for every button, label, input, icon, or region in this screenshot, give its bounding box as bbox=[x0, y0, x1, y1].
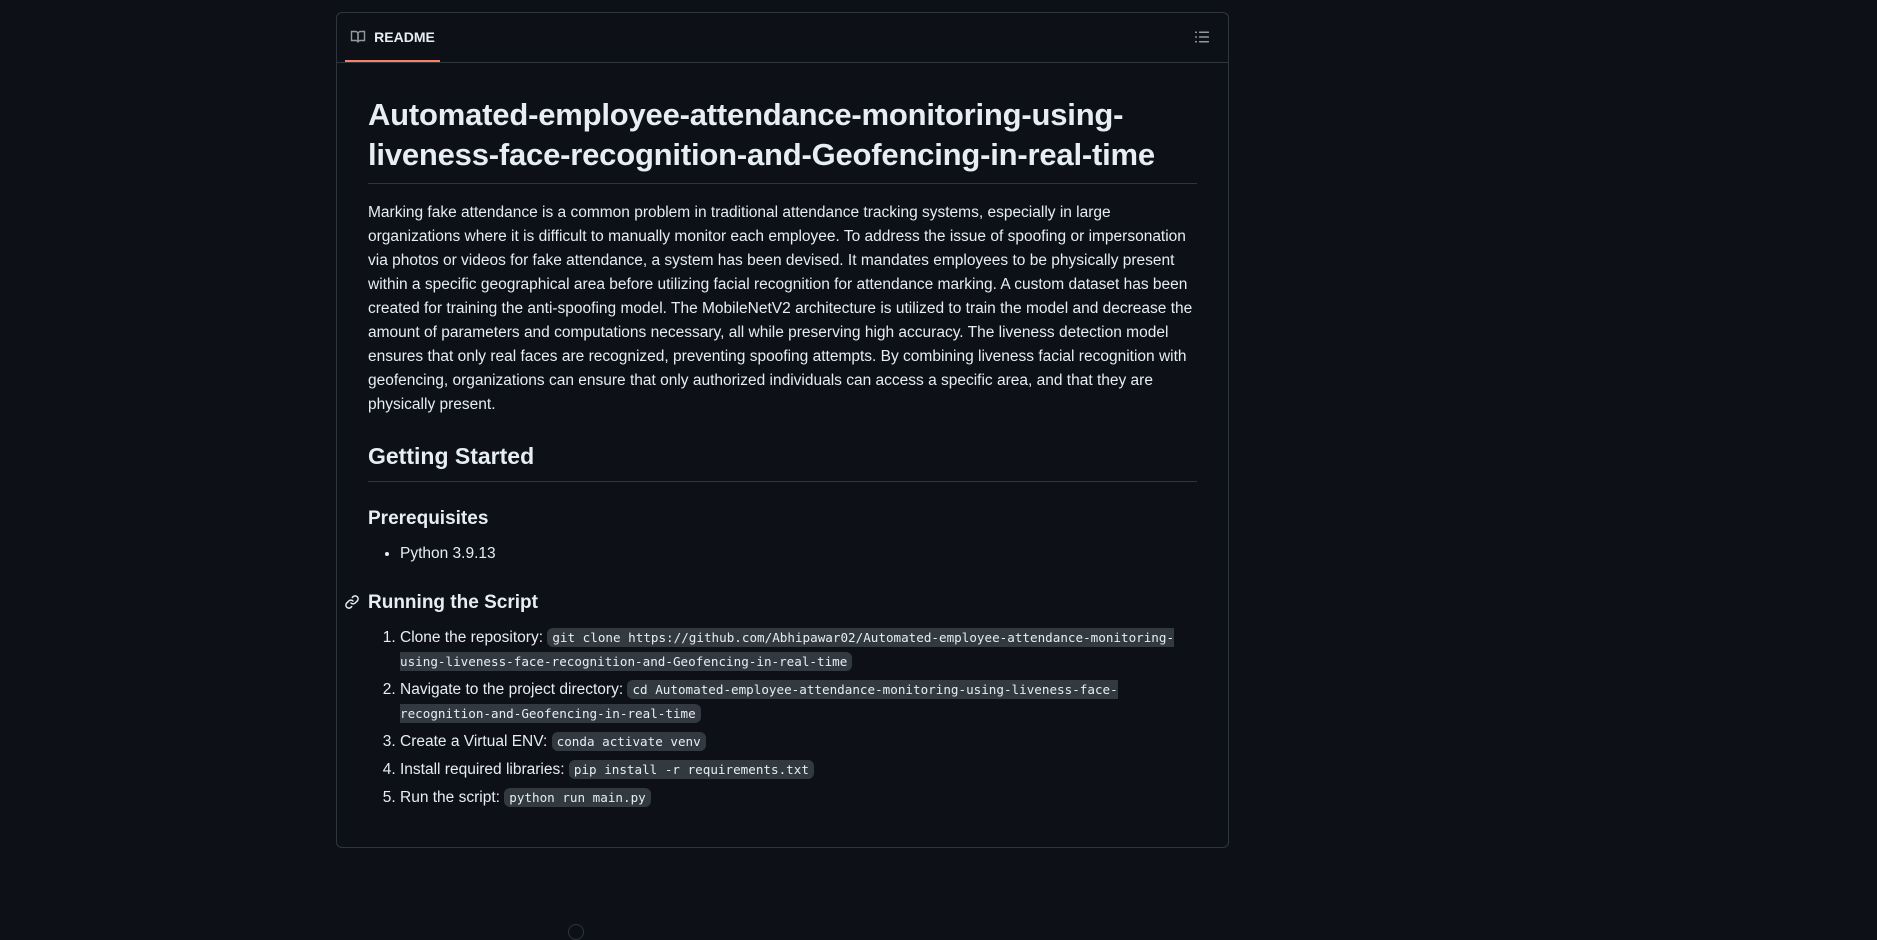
readme-tab[interactable]: README bbox=[345, 13, 440, 62]
prerequisites-list: Python 3.9.13 bbox=[368, 542, 1197, 566]
readme-article: Automated-employee-attendance-monitoring… bbox=[345, 95, 1197, 814]
getting-started-heading: Getting Started bbox=[368, 439, 1197, 482]
book-icon bbox=[350, 29, 366, 45]
step-text: Navigate to the project directory: bbox=[400, 681, 628, 698]
step-text: Create a Virtual ENV: bbox=[400, 733, 552, 750]
code-snippet: python run main.py bbox=[504, 788, 651, 807]
readme-tab-label: README bbox=[374, 28, 435, 45]
list-item: Run the script: python run main.py bbox=[400, 786, 1197, 810]
step-text: Run the script: bbox=[400, 789, 505, 806]
list-item: Clone the repository: git clone https://… bbox=[400, 626, 1197, 674]
anchor-link-icon[interactable] bbox=[344, 594, 362, 612]
list-item: Create a Virtual ENV: conda activate ven… bbox=[400, 730, 1197, 754]
running-script-section: Running the Script bbox=[345, 590, 1197, 616]
intro-paragraph: Marking fake attendance is a common prob… bbox=[368, 204, 1193, 413]
prerequisites-heading: Prerequisites bbox=[368, 508, 489, 529]
step-text: Install required libraries: bbox=[400, 761, 569, 778]
list-item: Navigate to the project directory: cd Au… bbox=[400, 678, 1197, 726]
list-item: Python 3.9.13 bbox=[400, 542, 1197, 566]
list-item: Install required libraries: pip install … bbox=[400, 758, 1197, 782]
code-snippet: conda activate venv bbox=[551, 732, 706, 751]
bottom-circle-icon bbox=[568, 924, 584, 940]
step-text: Clone the repository: bbox=[400, 629, 548, 646]
readme-container: README Automated-employee-attendance-mon… bbox=[336, 12, 1229, 848]
code-snippet: pip install -r requirements.txt bbox=[568, 760, 814, 779]
running-script-heading: Running the Script bbox=[368, 592, 538, 613]
readme-header: README bbox=[337, 13, 1228, 63]
table-of-contents-icon[interactable] bbox=[1192, 27, 1212, 47]
running-steps-list: Clone the repository: git clone https://… bbox=[368, 626, 1197, 810]
readme-title: Automated-employee-attendance-monitoring… bbox=[368, 95, 1197, 184]
